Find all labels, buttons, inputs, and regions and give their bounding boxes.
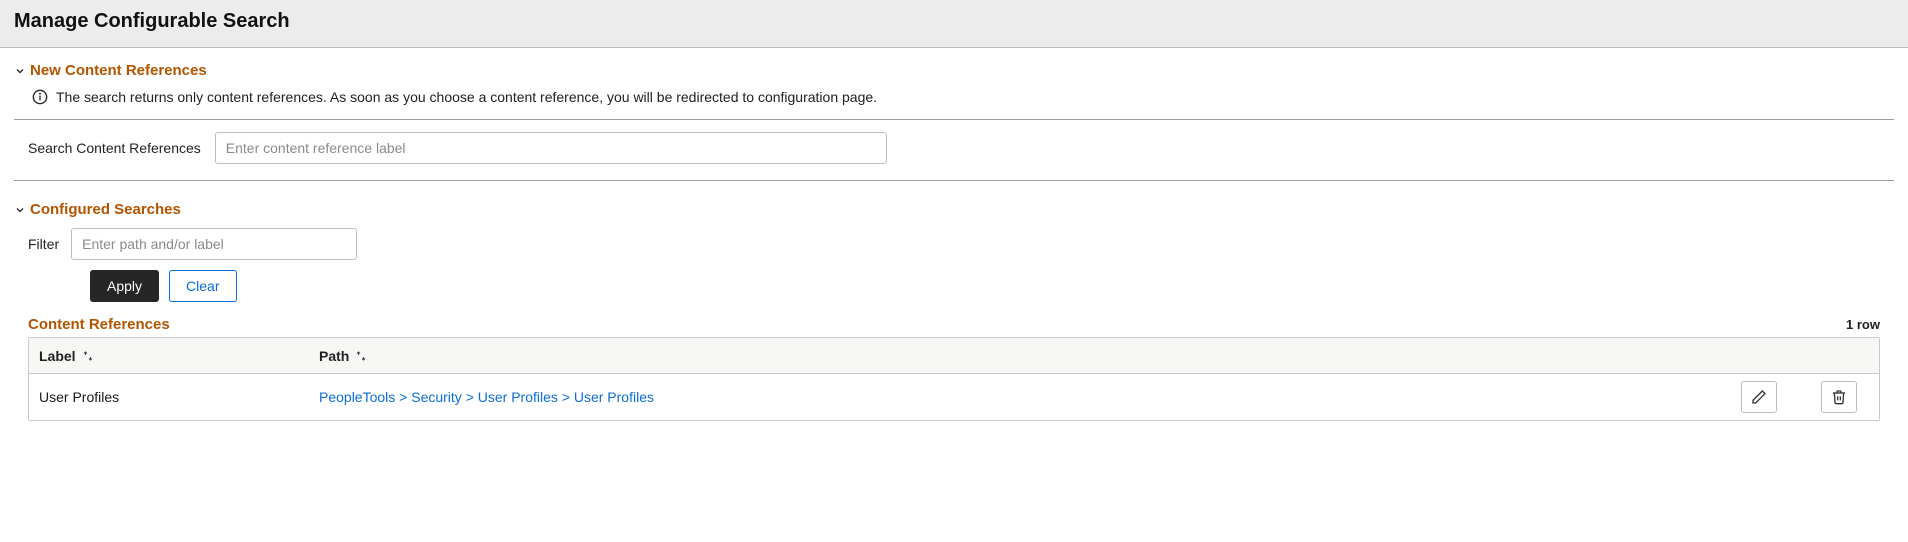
section-heading: New Content References <box>30 62 207 79</box>
sort-icon <box>82 350 94 362</box>
edit-button[interactable] <box>1741 381 1777 413</box>
column-header-path[interactable]: Path <box>309 348 1719 364</box>
pencil-icon <box>1751 389 1767 405</box>
search-content-references-input[interactable] <box>215 132 887 164</box>
info-text: The search returns only content referenc… <box>56 89 877 105</box>
new-content-references-section: New Content References The search return… <box>0 48 1908 187</box>
chevron-down-icon <box>14 204 26 216</box>
grid-header: Label Path <box>29 338 1879 374</box>
sort-icon <box>355 350 367 362</box>
content-references-grid: Label Path User Profiles PeopleTools > S… <box>28 337 1880 421</box>
configured-searches-section: Configured Searches Filter Apply Clear C… <box>0 187 1908 441</box>
filter-input[interactable] <box>71 228 357 260</box>
column-header-path-text: Path <box>319 348 349 364</box>
column-header-label[interactable]: Label <box>29 348 309 364</box>
delete-button[interactable] <box>1821 381 1857 413</box>
page-title: Manage Configurable Search <box>14 10 1894 33</box>
filter-row: Filter <box>14 228 1894 270</box>
clear-button[interactable]: Clear <box>169 270 236 302</box>
info-banner: The search returns only content referenc… <box>14 89 1894 120</box>
row-count: 1 row <box>1846 317 1880 332</box>
chevron-down-icon <box>14 65 26 77</box>
filter-label: Filter <box>28 236 59 252</box>
cell-path-link[interactable]: PeopleTools > Security > User Profiles >… <box>319 389 654 405</box>
info-icon <box>32 89 48 105</box>
column-header-label-text: Label <box>39 348 76 364</box>
section-heading: Configured Searches <box>30 201 181 218</box>
trash-icon <box>1831 389 1847 405</box>
content-references-title: Content References <box>28 316 170 333</box>
search-content-references-row: Search Content References <box>14 120 1894 181</box>
cell-label: User Profiles <box>29 389 309 405</box>
search-content-references-label: Search Content References <box>28 140 201 156</box>
page-header: Manage Configurable Search <box>0 0 1908 48</box>
table-title-row: Content References 1 row <box>14 312 1894 337</box>
table-row: User Profiles PeopleTools > Security > U… <box>29 374 1879 420</box>
new-content-references-toggle[interactable]: New Content References <box>14 62 1894 79</box>
filter-button-row: Apply Clear <box>14 270 1894 312</box>
apply-button[interactable]: Apply <box>90 270 159 302</box>
configured-searches-toggle[interactable]: Configured Searches <box>14 201 1894 218</box>
